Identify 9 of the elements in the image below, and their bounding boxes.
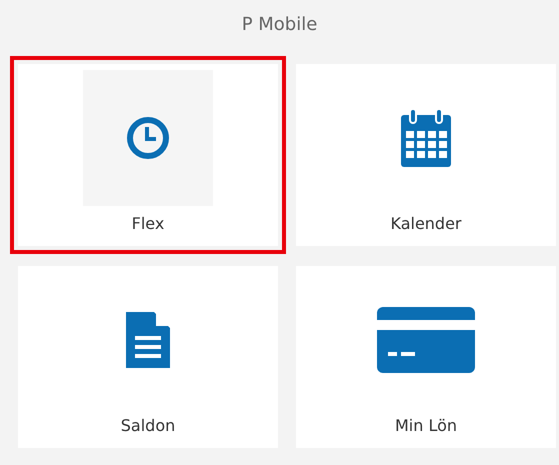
- clock-icon: [126, 116, 170, 160]
- app-tile[interactable]: Saldon: [18, 266, 278, 448]
- app-tile[interactable]: Flex: [10, 56, 286, 254]
- app-tile[interactable]: Kalender: [296, 64, 556, 246]
- page-title: P Mobile: [242, 12, 318, 36]
- document-icon: [126, 312, 170, 368]
- calendar-icon: [401, 109, 451, 167]
- app-tile[interactable]: Min Lön: [296, 266, 556, 448]
- credit-card-icon: [377, 307, 475, 373]
